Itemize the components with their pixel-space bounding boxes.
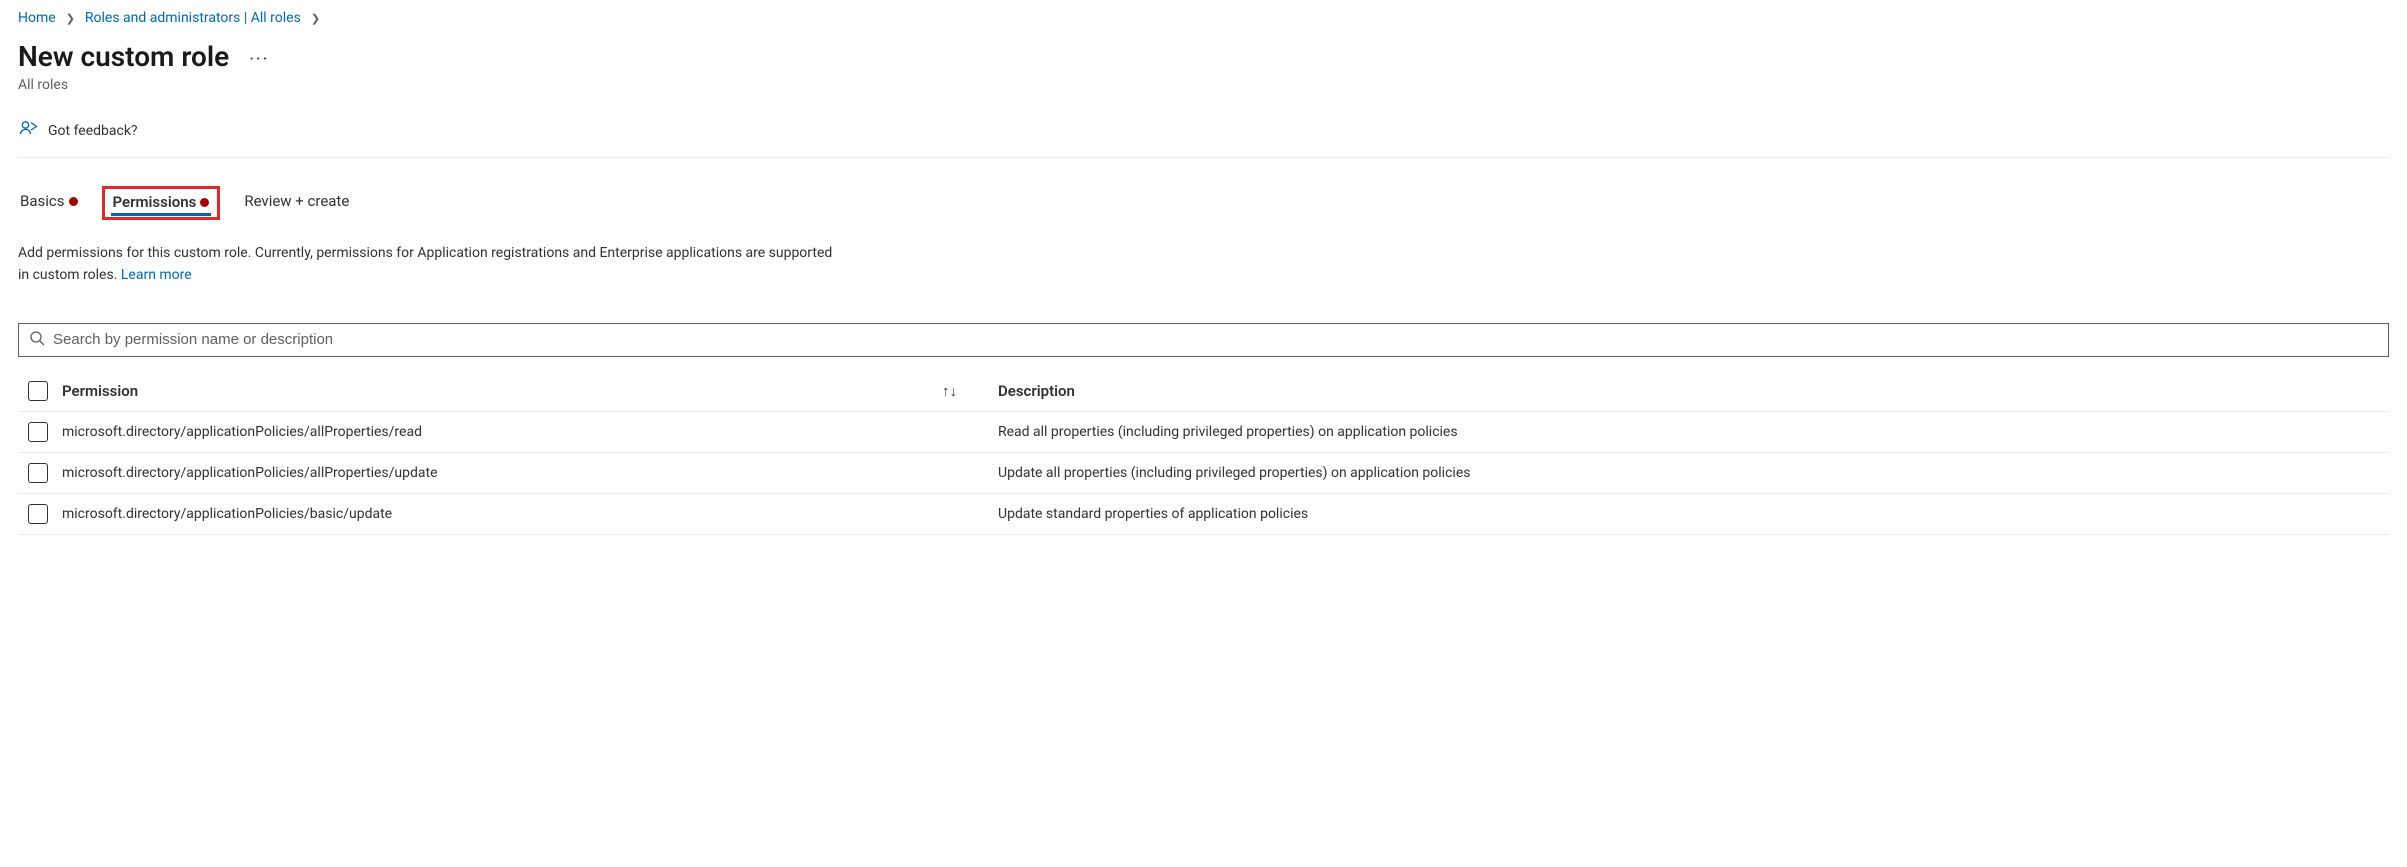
- permission-name: microsoft.directory/applicationPolicies/…: [62, 506, 942, 522]
- table-header-row: Permission ↑↓ Description: [18, 371, 2389, 412]
- required-indicator-icon: [200, 198, 209, 207]
- tab-permissions[interactable]: Permissions: [102, 186, 221, 220]
- tab-review-create[interactable]: Review + create: [242, 186, 351, 216]
- sort-icon[interactable]: ↑↓: [942, 382, 998, 400]
- row-checkbox[interactable]: [28, 463, 48, 483]
- more-actions-button[interactable]: ···: [249, 49, 269, 70]
- feedback-label: Got feedback?: [48, 123, 138, 139]
- tabs: Basics Permissions Review + create: [18, 186, 2389, 220]
- chevron-right-icon: ❯: [66, 12, 75, 25]
- permissions-table: Permission ↑↓ Description microsoft.dire…: [18, 371, 2389, 535]
- learn-more-link[interactable]: Learn more: [121, 267, 192, 283]
- intro-text: Add permissions for this custom role. Cu…: [18, 242, 1218, 287]
- breadcrumb-home[interactable]: Home: [18, 10, 56, 26]
- search-input[interactable]: [53, 331, 2378, 348]
- col-header-permission[interactable]: Permission: [62, 382, 942, 400]
- breadcrumb: Home ❯ Roles and administrators | All ro…: [18, 10, 2389, 26]
- table-row[interactable]: microsoft.directory/applicationPolicies/…: [18, 453, 2389, 494]
- search-box[interactable]: [18, 323, 2389, 357]
- intro-line1: Add permissions for this custom role. Cu…: [18, 245, 832, 261]
- permission-name: microsoft.directory/applicationPolicies/…: [62, 465, 942, 481]
- permission-name: microsoft.directory/applicationPolicies/…: [62, 424, 942, 440]
- feedback-button[interactable]: Got feedback?: [18, 111, 2389, 158]
- tab-review-label: Review + create: [244, 192, 349, 210]
- table-row[interactable]: microsoft.directory/applicationPolicies/…: [18, 494, 2389, 535]
- chevron-right-icon: ❯: [311, 12, 320, 25]
- feedback-icon: [18, 119, 38, 143]
- select-all-checkbox[interactable]: [28, 381, 48, 401]
- search-icon: [29, 330, 45, 350]
- page-title: New custom role: [18, 40, 229, 73]
- table-row[interactable]: microsoft.directory/applicationPolicies/…: [18, 412, 2389, 453]
- tab-basics[interactable]: Basics: [18, 186, 80, 216]
- permission-description: Read all properties (including privilege…: [998, 424, 2389, 440]
- required-indicator-icon: [69, 197, 78, 206]
- breadcrumb-roles[interactable]: Roles and administrators | All roles: [85, 10, 301, 26]
- row-checkbox[interactable]: [28, 422, 48, 442]
- intro-line2-prefix: in custom roles.: [18, 267, 121, 283]
- permission-description: Update standard properties of applicatio…: [998, 506, 2389, 522]
- permission-description: Update all properties (including privile…: [998, 465, 2389, 481]
- row-checkbox[interactable]: [28, 504, 48, 524]
- tab-basics-label: Basics: [20, 192, 65, 210]
- col-header-description[interactable]: Description: [998, 382, 2389, 400]
- tab-permissions-label: Permissions: [113, 193, 197, 211]
- page-subtitle: All roles: [18, 77, 2389, 93]
